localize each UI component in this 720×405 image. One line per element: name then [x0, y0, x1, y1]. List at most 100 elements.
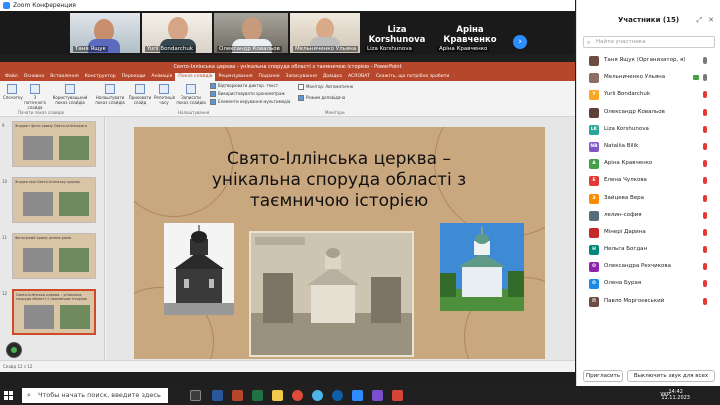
- slide-thumbnail-selected[interactable]: Свято-Іллінська церква – унікальна спору…: [12, 289, 96, 335]
- video-tile[interactable]: Мельниченко Ульяна: [290, 13, 360, 53]
- participant-row[interactable]: LK Liza Korshunova: [577, 121, 720, 138]
- invite-button[interactable]: Пригласить: [583, 370, 623, 382]
- church-postcard-photo[interactable]: [249, 231, 414, 357]
- ppt-tab[interactable]: Довідка: [320, 73, 345, 81]
- custom-show-icon: [65, 84, 75, 94]
- slide-thumbnail[interactable]: Згадки і фото храму Свято-Іллінського: [12, 121, 96, 167]
- search-icon: ⌕: [27, 391, 31, 399]
- ppt-tab-active[interactable]: Показ слайдів: [175, 73, 216, 81]
- video-tile-name: Аріна Кравченко: [437, 46, 490, 52]
- current-slide[interactable]: Свято-Іллінська церква – унікальна спору…: [134, 127, 545, 359]
- participant-row[interactable]: Олександр Ковальов: [577, 104, 720, 121]
- participant-row[interactable]: A Аріна Кравченко: [577, 155, 720, 172]
- slide-thumbnail-pane: 9 Згадки і фото храму Свято-Іллінського …: [0, 117, 105, 360]
- powerpoint-icon[interactable]: [232, 390, 243, 401]
- ribbon-button-rehearse[interactable]: Репетиція часу: [154, 84, 175, 105]
- checkbox-play-narrations[interactable]: Відтворювати диктор. текст: [210, 83, 278, 89]
- video-tile-name: Yurii Bondarchuk: [145, 46, 196, 52]
- task-view-icon[interactable]: [190, 390, 201, 401]
- popout-icon[interactable]: ⤢: [697, 16, 703, 24]
- ppt-tab[interactable]: Вставлення: [47, 73, 81, 81]
- windows-start-icon[interactable]: [4, 391, 13, 400]
- mute-all-button[interactable]: Выключить звук для всех: [627, 370, 715, 382]
- slide-thumbnail[interactable]: Згадки про Свято-Іллінську церкву: [12, 177, 96, 223]
- record-show-icon: [186, 84, 196, 94]
- participant-row[interactable]: E Елена Чулкова: [577, 172, 720, 189]
- record-indicator-icon[interactable]: [6, 342, 22, 358]
- participant-row[interactable]: O Олександра Рехчикова: [577, 258, 720, 275]
- participant-name: Аріна Кравченко: [604, 160, 653, 167]
- avatar: Y: [589, 90, 599, 101]
- participant-row[interactable]: Мельниченко Ульяна: [577, 69, 720, 86]
- church-photo-color[interactable]: [440, 223, 524, 311]
- participant-row[interactable]: O Олена Бурая: [577, 275, 720, 292]
- chevron-right-icon[interactable]: ›: [513, 35, 527, 49]
- video-tile[interactable]: Олександр Ковальов: [214, 13, 288, 53]
- ppt-tab[interactable]: ACROBAT: [345, 73, 373, 81]
- ppt-tab[interactable]: Основна: [21, 73, 47, 81]
- clock[interactable]: 14:42 11.11.2023: [661, 389, 690, 401]
- avatar: П: [589, 296, 599, 307]
- participant-name: Мельниченко Ульяна: [604, 74, 666, 81]
- video-camera-icon: [693, 75, 699, 81]
- participant-row[interactable]: NB Nataliia Bilik: [577, 138, 720, 155]
- video-tile[interactable]: Liza Korshunova Liza Korshunova: [362, 13, 432, 53]
- excel-icon[interactable]: [252, 390, 263, 401]
- checkbox-use-timings[interactable]: Використовувати хронометраж: [210, 91, 285, 97]
- video-tile-big-name: Liza Korshunova: [368, 25, 426, 45]
- church-photo-bw[interactable]: [164, 223, 234, 315]
- ribbon-button-setup-show[interactable]: Налаштувати показ слайдів: [94, 84, 126, 105]
- ppt-tab[interactable]: Записування: [283, 73, 320, 81]
- checkbox-presenter-view[interactable]: Режим доповідача: [298, 95, 345, 101]
- mic-muted-icon: [703, 177, 707, 185]
- participant-row[interactable]: Y Yurii Bondarchuk: [577, 86, 720, 103]
- slide-number: 9: [2, 123, 5, 128]
- participant-row[interactable]: П Павло Моргоєвський: [577, 293, 720, 310]
- ppt-statusbar: Слайд 12 з 12: [0, 360, 575, 372]
- ribbon-button-record-show[interactable]: Записати показ слайдів: [176, 84, 206, 105]
- video-tile[interactable]: Yurii Bondarchuk: [142, 13, 212, 53]
- video-tile[interactable]: Аріна Кравченко Аріна Кравченко: [434, 13, 506, 53]
- ribbon-button-custom-show[interactable]: Користувацький показ слайдів: [50, 84, 90, 105]
- file-explorer-icon[interactable]: [272, 390, 283, 401]
- checkbox-media-controls[interactable]: Елементи керування мультимедіа: [210, 99, 290, 105]
- participant-row[interactable]: лелин-софия: [577, 207, 720, 224]
- participant-row[interactable]: З Зайцева Вера: [577, 190, 720, 207]
- close-icon[interactable]: ✕: [708, 16, 714, 24]
- word-icon[interactable]: [212, 390, 223, 401]
- participant-row[interactable]: Мінері Дарина: [577, 224, 720, 241]
- mic-muted-icon: [703, 211, 707, 219]
- zoom-logo-icon: [3, 2, 10, 9]
- hide-slide-icon: [135, 84, 145, 94]
- slide-number: 10: [2, 179, 8, 184]
- participant-row[interactable]: Таня Ящук (Организатор, я): [577, 52, 720, 69]
- avatar: [589, 210, 599, 221]
- video-tile[interactable]: Таня Ящук: [70, 13, 140, 53]
- ribbon-group-label: Налаштування: [178, 110, 210, 115]
- ppt-tab[interactable]: Рецензування: [215, 73, 255, 81]
- ribbon-button-from-beginning[interactable]: Спочатку: [3, 84, 23, 100]
- participant-row[interactable]: Н Нельга Богдан: [577, 241, 720, 258]
- participant-search-input[interactable]: ⌕ Найти участника: [583, 36, 715, 48]
- app-icon[interactable]: [372, 390, 383, 401]
- chrome-icon[interactable]: [312, 390, 323, 401]
- edge-icon[interactable]: [332, 390, 343, 401]
- ppt-tab[interactable]: Переходи: [119, 73, 149, 81]
- taskbar-search-input[interactable]: ⌕ Чтобы начать поиск, введите здесь запр…: [22, 388, 168, 403]
- ppt-tab[interactable]: Файл: [2, 73, 21, 81]
- mic-muted-icon: [703, 160, 707, 168]
- browser-icon[interactable]: [292, 390, 303, 401]
- avatar: O: [589, 279, 599, 290]
- ribbon-button-from-current[interactable]: З поточного слайда: [23, 84, 47, 110]
- app-icon[interactable]: [392, 390, 403, 401]
- shared-screen-powerpoint: Свято-Іллінська церква - унікальна спору…: [0, 62, 575, 372]
- slide-title[interactable]: Свято-Іллінська церква – унікальна спору…: [194, 149, 484, 212]
- ppt-tab[interactable]: Конструктор: [82, 73, 119, 81]
- ppt-tab[interactable]: Подання: [256, 73, 283, 81]
- ppt-tab[interactable]: Анімація: [148, 73, 175, 81]
- zoom-taskbar-icon[interactable]: [352, 390, 363, 401]
- ribbon-button-hide-slide[interactable]: Приховати слайд: [128, 84, 152, 105]
- monitor-select[interactable]: Монітор: Автоматично: [298, 84, 353, 90]
- ppt-tell-me[interactable]: Скажіть, що потрібно зробити: [373, 73, 453, 81]
- slide-thumbnail[interactable]: Фотографії храму різних років: [12, 233, 96, 279]
